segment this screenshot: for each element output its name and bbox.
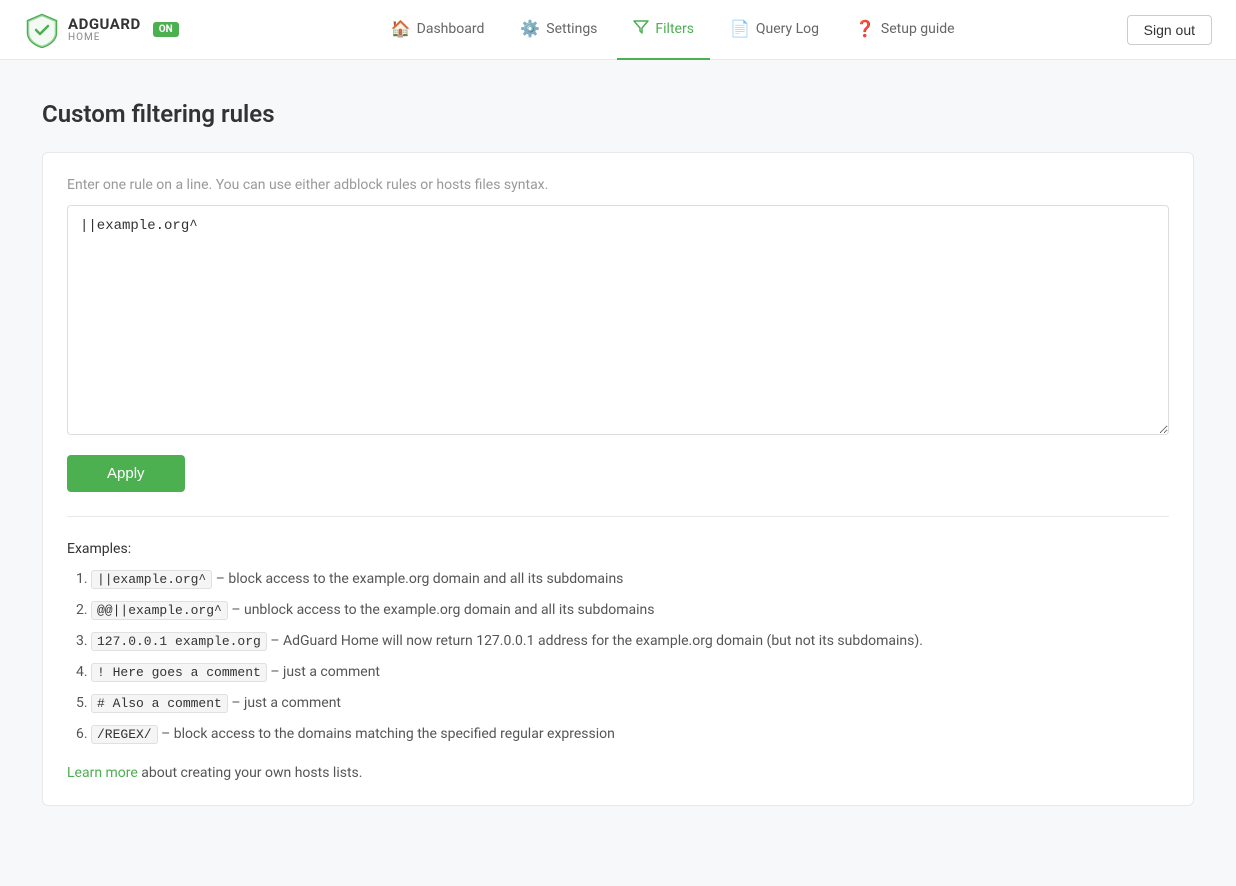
example-desc-1: – block access to the example.org domain… — [216, 571, 624, 587]
list-item: @@||example.org^ – unblock access to the… — [91, 600, 1169, 621]
nav-label-setupguide: Setup guide — [881, 21, 955, 37]
logo-shield-icon — [24, 12, 60, 48]
custom-rules-card: Enter one rule on a line. You can use ei… — [42, 152, 1194, 806]
examples-section: Examples: ||example.org^ – block access … — [67, 541, 1169, 781]
divider — [67, 516, 1169, 517]
nav-item-filters[interactable]: Filters — [617, 0, 710, 60]
logo-brand: ADGUARD — [68, 16, 141, 33]
filters-icon — [633, 19, 649, 39]
rules-textarea[interactable]: ||example.org^ — [67, 205, 1169, 435]
example-code-4: ! Here goes a comment — [91, 663, 267, 682]
nav-item-settings[interactable]: ⚙️ Settings — [504, 0, 613, 60]
list-item: /REGEX/ – block access to the domains ma… — [91, 724, 1169, 745]
setupguide-icon: ❓ — [855, 19, 875, 38]
example-code-2: @@||example.org^ — [91, 601, 228, 620]
example-desc-5: – just a comment — [231, 695, 341, 711]
querylog-icon: 📄 — [730, 19, 750, 38]
logo-sub: HOME — [68, 32, 141, 43]
list-item: # Also a comment – just a comment — [91, 693, 1169, 714]
hint-text: Enter one rule on a line. You can use ei… — [67, 177, 1169, 193]
example-desc-4: – just a comment — [270, 664, 380, 680]
list-item: ||example.org^ – block access to the exa… — [91, 569, 1169, 590]
learn-more-link[interactable]: Learn more — [67, 765, 138, 781]
example-code-6: /REGEX/ — [91, 725, 158, 744]
nav-item-setupguide[interactable]: ❓ Setup guide — [839, 0, 971, 60]
on-badge: ON — [153, 22, 179, 37]
logo-area: ADGUARD HOME ON — [24, 12, 179, 48]
example-desc-2: – unblock access to the example.org doma… — [231, 602, 654, 618]
sign-out-button[interactable]: Sign out — [1127, 15, 1212, 45]
nav-label-querylog: Query Log — [756, 21, 819, 37]
nav-label-settings: Settings — [546, 21, 597, 37]
logo-text: ADGUARD HOME — [68, 16, 141, 44]
example-desc-6: – block access to the domains matching t… — [161, 726, 615, 742]
example-code-5: # Also a comment — [91, 694, 228, 713]
dashboard-icon: 🏠 — [391, 19, 411, 38]
nav-item-dashboard[interactable]: 🏠 Dashboard — [375, 0, 501, 60]
main-content: Custom filtering rules Enter one rule on… — [18, 60, 1218, 846]
learn-more-container: Learn more about creating your own hosts… — [67, 765, 1169, 781]
nav-label-dashboard: Dashboard — [417, 21, 485, 37]
main-nav: 🏠 Dashboard ⚙️ Settings Filters 📄 Query … — [219, 0, 1127, 60]
page-title: Custom filtering rules — [42, 100, 1194, 128]
nav-item-querylog[interactable]: 📄 Query Log — [714, 0, 835, 60]
example-code-1: ||example.org^ — [91, 570, 212, 589]
learn-more-suffix: about creating your own hosts lists. — [138, 765, 363, 781]
apply-button[interactable]: Apply — [67, 455, 185, 492]
nav-label-filters: Filters — [655, 21, 694, 37]
example-code-3: 127.0.0.1 example.org — [91, 632, 267, 651]
examples-title: Examples: — [67, 541, 1169, 557]
list-item: 127.0.0.1 example.org – AdGuard Home wil… — [91, 631, 1169, 652]
example-desc-3: – AdGuard Home will now return 127.0.0.1… — [270, 633, 923, 649]
list-item: ! Here goes a comment – just a comment — [91, 662, 1169, 683]
header: ADGUARD HOME ON 🏠 Dashboard ⚙️ Settings … — [0, 0, 1236, 60]
examples-list: ||example.org^ – block access to the exa… — [67, 569, 1169, 745]
settings-icon: ⚙️ — [520, 19, 540, 38]
